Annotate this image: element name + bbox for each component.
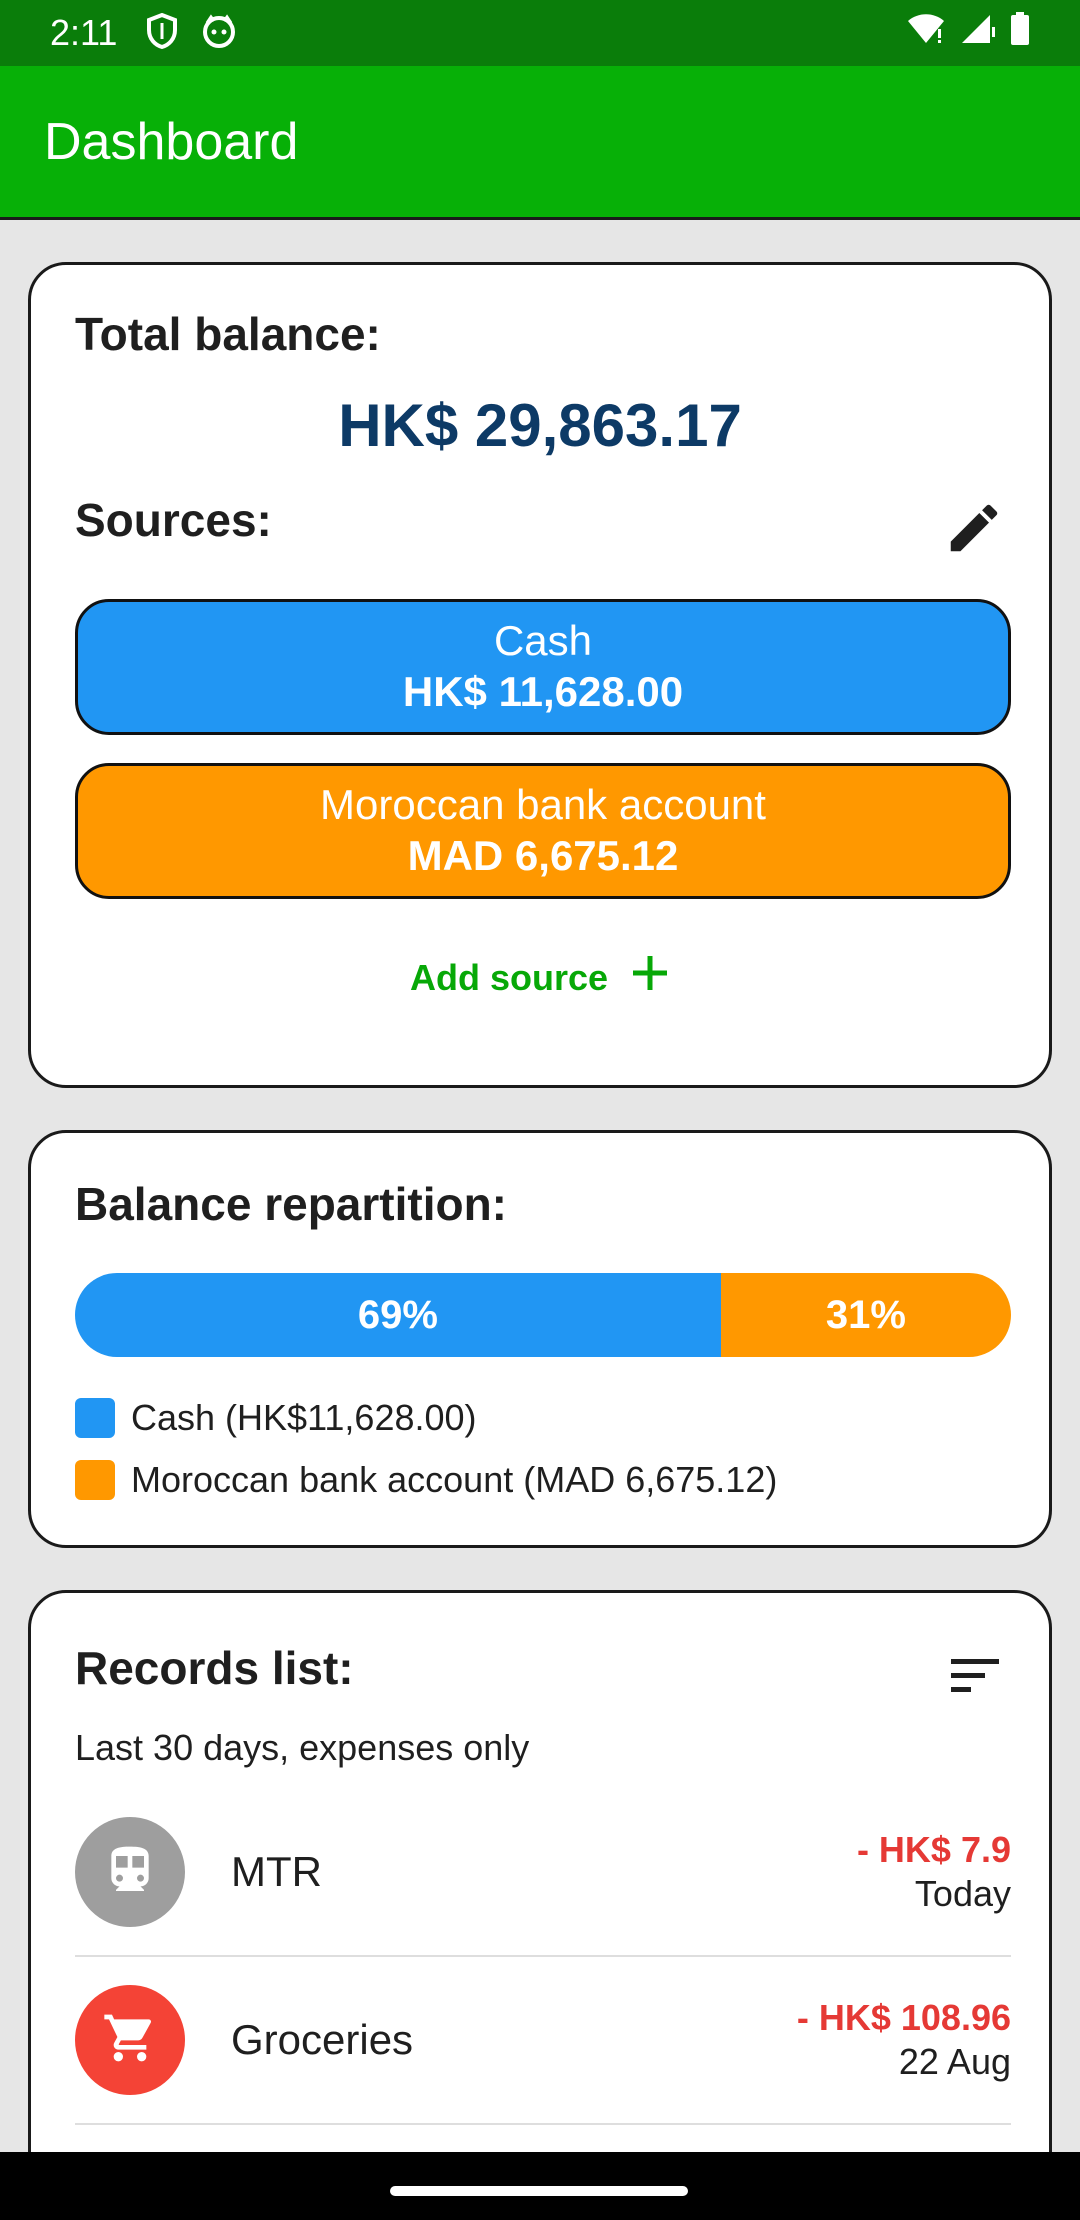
source-cash-button[interactable]: Cash HK$ 11,628.00 xyxy=(75,599,1011,735)
repartition-card: Balance repartition: 69% 31% Cash (HK$11… xyxy=(28,1130,1052,1548)
repartition-heading: Balance repartition: xyxy=(75,1178,507,1230)
legend-item: Cash (HK$11,628.00) xyxy=(75,1397,477,1439)
signal-icon xyxy=(960,13,996,50)
total-balance-heading: Total balance: xyxy=(75,308,381,360)
source-moroccan-bank-button[interactable]: Moroccan bank account MAD 6,675.12 xyxy=(75,763,1011,899)
add-source-button[interactable]: Add source xyxy=(31,953,1049,1002)
sources-heading: Sources: xyxy=(75,494,272,546)
source-amount: HK$ 11,628.00 xyxy=(402,668,684,715)
total-balance-amount: HK$ 29,863.17 xyxy=(338,392,742,459)
repartition-bar: 69% 31% xyxy=(75,1273,1011,1357)
records-heading: Records list: xyxy=(75,1642,354,1694)
edit-sources-button[interactable] xyxy=(943,497,1005,559)
shield-icon xyxy=(145,12,179,54)
add-source-label: Add source xyxy=(409,956,609,998)
legend-swatch xyxy=(75,1460,115,1500)
legend-swatch xyxy=(75,1398,115,1438)
record-date: Today xyxy=(914,1873,1011,1914)
sort-icon xyxy=(945,1659,1005,1709)
app-bar: Dashboard xyxy=(0,66,1080,220)
source-name: Moroccan bank account xyxy=(320,781,766,828)
source-name: Cash xyxy=(493,617,593,664)
cart-icon xyxy=(102,2010,158,2071)
record-date: 22 Aug xyxy=(898,2041,1011,2082)
record-amount: - HK$ 7.9 xyxy=(856,1829,1011,1870)
records-subtitle: Last 30 days, expenses only xyxy=(75,1727,530,1768)
record-icon-circle xyxy=(75,1985,185,2095)
train-icon xyxy=(102,1842,158,1903)
pencil-icon xyxy=(943,504,1005,563)
app-title: Dashboard xyxy=(44,112,299,171)
record-name: Groceries xyxy=(231,2016,414,2063)
legend-label: Cash (HK$11,628.00) xyxy=(131,1397,477,1438)
records-card: Records list: Last 30 days, expenses onl… xyxy=(28,1590,1052,2220)
source-amount: MAD 6,675.12 xyxy=(407,832,679,879)
battery-icon xyxy=(1010,12,1030,51)
status-bar: 2:11 xyxy=(0,0,1080,66)
record-row[interactable]: Groceries - HK$ 108.96 22 Aug xyxy=(75,1957,1011,2125)
bar-segment-moroccan-bank: 31% xyxy=(720,1273,1011,1357)
legend-item: Moroccan bank account (MAD 6,675.12) xyxy=(75,1459,777,1501)
legend-label: Moroccan bank account (MAD 6,675.12) xyxy=(131,1459,778,1500)
navigation-bar xyxy=(0,2152,1080,2220)
wifi-icon xyxy=(906,13,946,50)
record-amount: - HK$ 108.96 xyxy=(796,1997,1011,2038)
balance-card: Total balance: HK$ 29,863.17 Sources: Ca… xyxy=(28,262,1052,1088)
record-row[interactable]: MTR - HK$ 7.9 Today xyxy=(75,1789,1011,1957)
status-time: 2:11 xyxy=(50,12,118,53)
record-name: MTR xyxy=(231,1848,322,1895)
cat-face-icon xyxy=(201,13,237,54)
plus-icon xyxy=(630,953,670,1002)
home-gesture-handle[interactable] xyxy=(390,2186,688,2196)
sort-button[interactable] xyxy=(945,1645,1005,1705)
record-icon-circle xyxy=(75,1817,185,1927)
bar-segment-cash: 69% xyxy=(75,1273,721,1357)
